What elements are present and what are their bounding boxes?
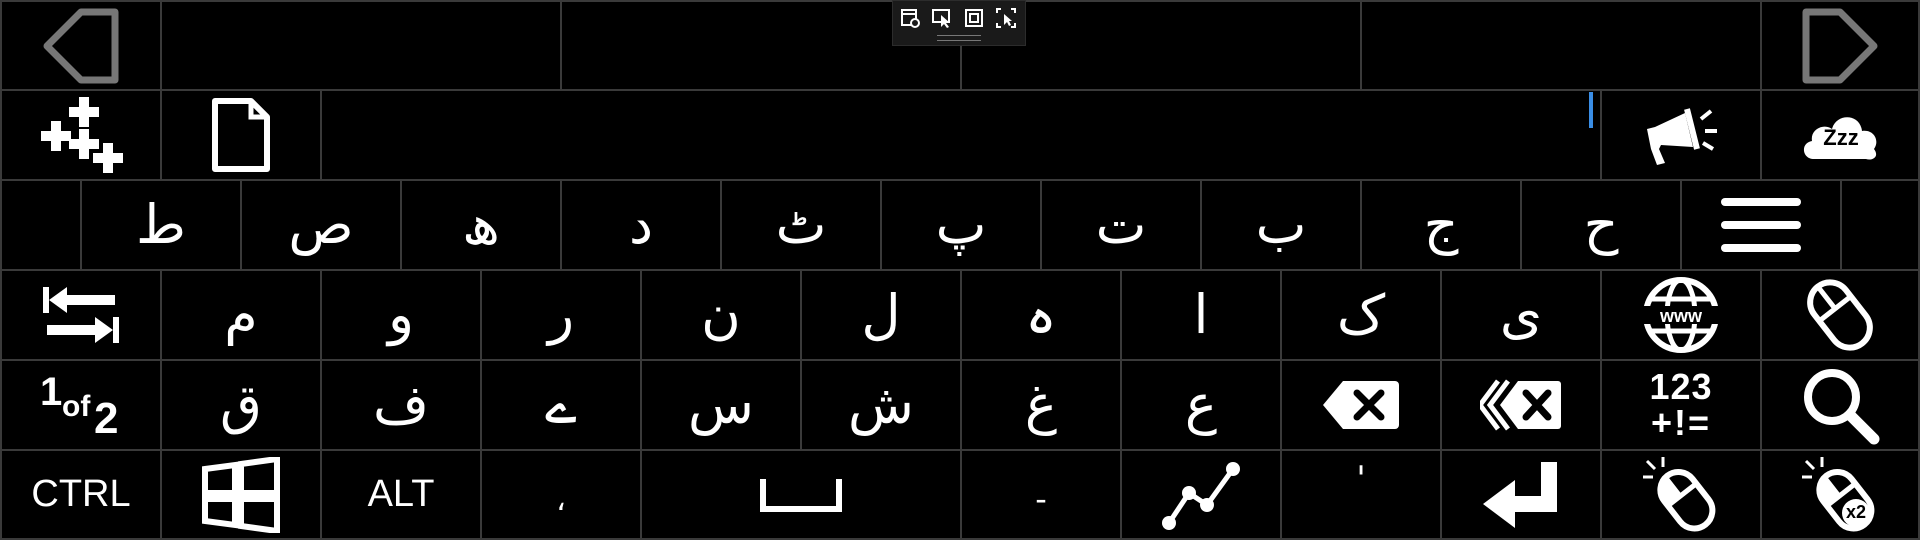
key-letter[interactable]: ق (160, 359, 322, 451)
space-icon (760, 478, 842, 512)
backspace-icon (1323, 381, 1399, 429)
key-letter[interactable]: ہ (960, 269, 1122, 361)
key-letter[interactable]: ب (1200, 179, 1362, 271)
speak-icon (1647, 108, 1717, 165)
suggestion-1[interactable] (160, 0, 562, 91)
swipe-chart-icon (1162, 461, 1240, 530)
document-key[interactable] (160, 89, 322, 181)
mouse-key[interactable] (1760, 269, 1920, 361)
swipe-key[interactable] (1120, 449, 1282, 540)
windows-key[interactable] (160, 449, 322, 540)
key-letter[interactable]: ط (80, 179, 242, 271)
search-key[interactable] (1760, 359, 1920, 451)
floating-toolbar-overlay (892, 0, 1026, 46)
key-letter[interactable]: ھ (400, 179, 562, 271)
key-letter[interactable]: ر (480, 269, 642, 361)
settings-window-icon[interactable] (899, 7, 923, 31)
nav-right-key[interactable] (1760, 0, 1920, 91)
mouse-icon (1807, 279, 1873, 351)
backspace-key[interactable] (1280, 359, 1442, 451)
sleep-key[interactable]: Zzz (1760, 89, 1920, 181)
numbers-key[interactable]: 123 +!= (1600, 359, 1762, 451)
key-letter[interactable]: و (320, 269, 482, 361)
menu-key[interactable] (1680, 179, 1842, 271)
spacer-left (0, 179, 82, 271)
text-field[interactable] (320, 89, 1602, 181)
www-globe-icon: www (1641, 277, 1721, 353)
key-letter[interactable]: ے (480, 359, 642, 451)
ctrl-key[interactable]: CTRL (0, 449, 162, 540)
text-cursor (1589, 92, 1593, 128)
left-triangle-icon (43, 8, 119, 83)
key-letter[interactable]: س (640, 359, 802, 451)
right-triangle-icon (1802, 8, 1878, 83)
key-letter[interactable]: ٹ (720, 179, 882, 271)
windows-icon (202, 456, 280, 533)
enter-key[interactable] (1440, 449, 1602, 540)
key-letter[interactable]: ش (800, 359, 962, 451)
menu-icon (1721, 198, 1801, 252)
resize-window-icon[interactable] (995, 7, 1019, 31)
tab-key[interactable] (0, 269, 162, 361)
select-pointer-icon[interactable] (931, 7, 955, 31)
page-indicator: 1 of 2 (40, 370, 119, 443)
dash-key[interactable]: - (960, 449, 1122, 540)
enter-icon (1483, 461, 1557, 528)
key-letter[interactable]: ع (1120, 359, 1282, 451)
tab-arrows-icon (43, 287, 119, 343)
double-click-key[interactable]: x2 (1760, 449, 1920, 540)
key-letter[interactable]: ل (800, 269, 962, 361)
key-letter[interactable]: ص (240, 179, 402, 271)
key-letter[interactable]: د (560, 179, 722, 271)
key-letter[interactable]: م (160, 269, 322, 361)
key-letter[interactable]: ف (320, 359, 482, 451)
numbers-label: 123 +!= (1649, 366, 1713, 443)
key-letter[interactable]: ی (1440, 269, 1602, 361)
key-letter[interactable]: ا (1120, 269, 1282, 361)
delete-word-icon (1480, 379, 1561, 431)
key-letter[interactable]: ت (1040, 179, 1202, 271)
left-click-key[interactable] (1600, 449, 1762, 540)
quick-add-icon (41, 97, 123, 173)
document-icon (212, 98, 270, 172)
comma-key[interactable]: ، (480, 449, 642, 540)
svg-text:www: www (1659, 306, 1703, 326)
key-letter[interactable]: ج (1360, 179, 1522, 271)
www-key[interactable]: www (1600, 269, 1762, 361)
delete-word-key[interactable] (1440, 359, 1602, 451)
apostrophe-key[interactable]: ' (1280, 449, 1442, 540)
key-letter[interactable]: غ (960, 359, 1122, 451)
toolbar-grip[interactable] (937, 35, 981, 41)
left-click-icon (1643, 456, 1716, 531)
sleep-cloud-icon: Zzz (1800, 107, 1880, 163)
quick-add-key[interactable] (0, 89, 162, 181)
alt-key[interactable]: ALT (320, 449, 482, 540)
space-key[interactable] (640, 449, 962, 540)
suggestion-4[interactable] (1360, 0, 1762, 91)
fit-window-icon[interactable] (963, 7, 987, 31)
key-letter[interactable]: ح (1520, 179, 1682, 271)
page-key[interactable]: 1 of 2 (0, 359, 162, 451)
key-letter[interactable]: پ (880, 179, 1042, 271)
speak-key[interactable] (1600, 89, 1762, 181)
spacer-right (1840, 179, 1920, 271)
nav-left-key[interactable] (0, 0, 162, 91)
key-letter[interactable]: ک (1280, 269, 1442, 361)
key-letter[interactable]: ن (640, 269, 802, 361)
search-icon (1804, 369, 1880, 445)
double-click-icon: x2 (1800, 455, 1880, 535)
